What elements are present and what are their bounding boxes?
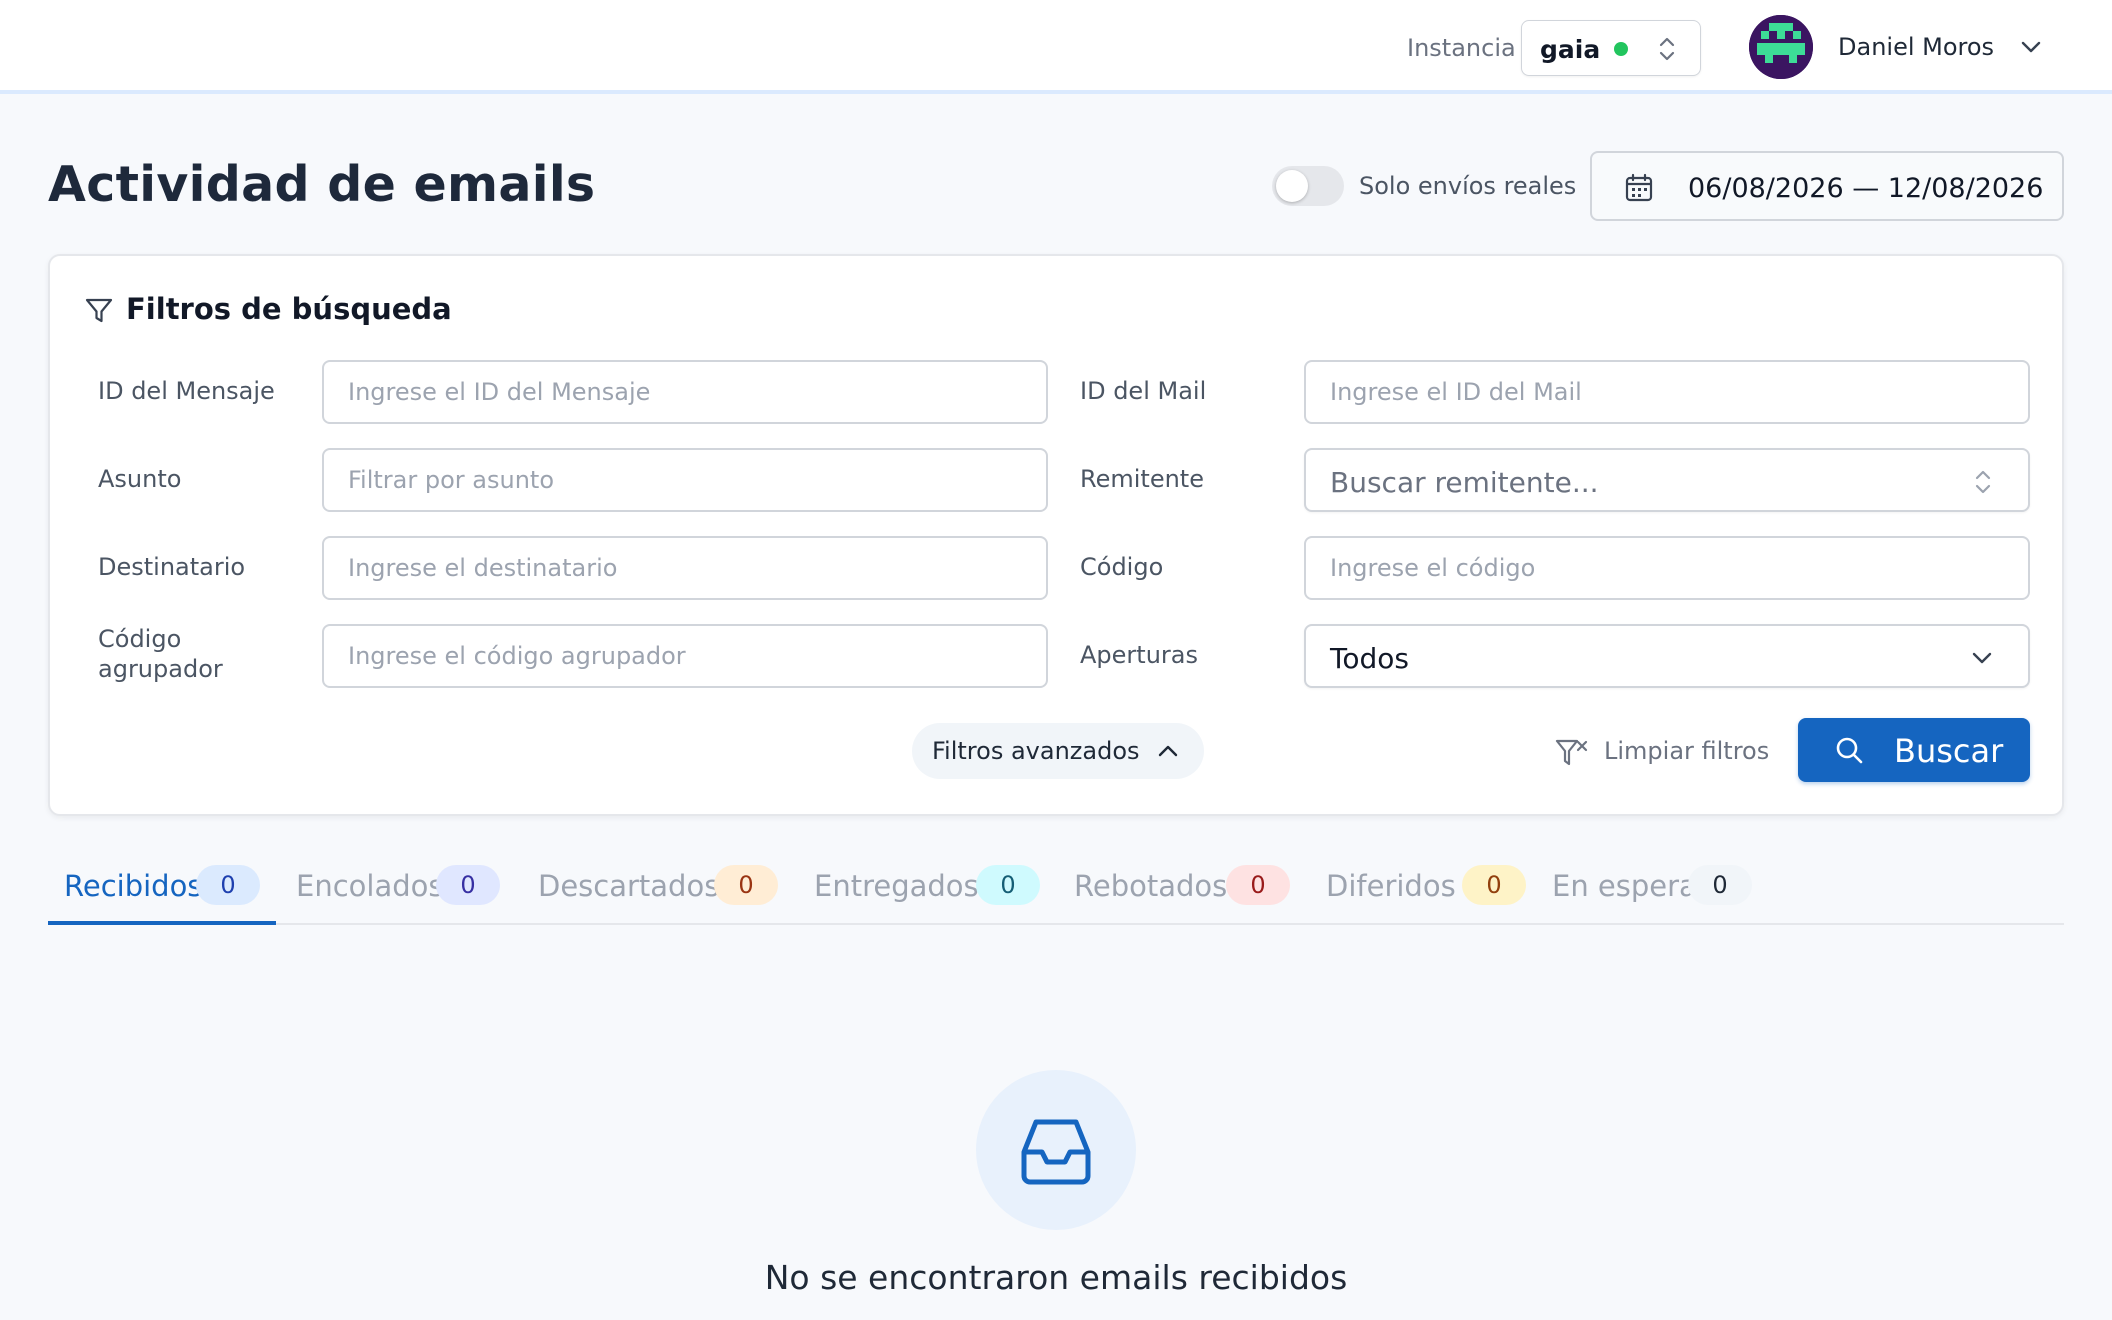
sender-placeholder: Buscar remitente... [1330, 466, 1599, 499]
search-button[interactable]: Buscar [1798, 718, 2030, 782]
advanced-filters-button[interactable]: Filtros avanzados [912, 723, 1204, 779]
mail-id-input[interactable] [1304, 360, 2030, 424]
group-code-label-line1: Código [98, 625, 182, 653]
chevron-up-down-icon [1656, 35, 1678, 67]
top-bar: Instancia gaia Daniel Moros [0, 0, 2112, 94]
page-title: Actividad de emails [48, 156, 596, 213]
instance-value: gaia [1540, 35, 1601, 64]
status-tabs: Recibidos 0 Encolados 0 Descartados 0 En… [48, 855, 2064, 925]
mail-id-label: ID del Mail [1080, 377, 1207, 405]
tab-count-badge: 0 [1462, 865, 1526, 905]
clear-filters-label: Limpiar filtros [1604, 737, 1770, 765]
date-range-picker[interactable]: 06/08/2026 — 12/08/2026 [1590, 151, 2064, 221]
tab-label: Rebotados [1074, 869, 1228, 903]
instance-status-dot [1614, 42, 1628, 56]
chevron-up-down-icon [1972, 468, 1994, 500]
recipient-input[interactable] [322, 536, 1048, 600]
avatar-pixel-icon [1749, 15, 1813, 79]
message-id-input[interactable] [322, 360, 1048, 424]
sender-select[interactable]: Buscar remitente... [1304, 448, 2030, 512]
active-tab-underline [48, 921, 276, 925]
tab-count-badge: 0 [436, 865, 500, 905]
real-sends-label: Solo envíos reales [1359, 172, 1577, 200]
chevron-down-icon [1970, 646, 1994, 674]
tab-rebotados[interactable]: Rebotados 0 [1074, 855, 1304, 925]
avatar[interactable] [1749, 15, 1813, 79]
group-code-label-line2: agrupador [98, 655, 223, 683]
filters-title: Filtros de búsqueda [126, 292, 452, 326]
search-button-label: Buscar [1894, 732, 2004, 770]
user-name[interactable]: Daniel Moros [1838, 33, 1994, 61]
filter-icon [84, 296, 114, 330]
empty-state-illustration [976, 1070, 1136, 1230]
tab-entregados[interactable]: Entregados 0 [814, 855, 1054, 925]
instance-select[interactable]: gaia [1521, 20, 1701, 76]
tab-count-badge: 0 [196, 865, 260, 905]
tab-label: En espera [1552, 869, 1697, 903]
calendar-icon [1624, 173, 1654, 207]
tab-label: Entregados [814, 869, 979, 903]
tab-label: Descartados [538, 869, 720, 903]
recipient-label: Destinatario [98, 553, 246, 581]
tab-diferidos[interactable]: Diferidos 0 [1326, 855, 1546, 925]
tab-count-badge: 0 [1226, 865, 1290, 905]
tab-label: Encolados [296, 869, 444, 903]
tab-descartados[interactable]: Descartados 0 [538, 855, 778, 925]
tab-recibidos[interactable]: Recibidos 0 [64, 855, 264, 925]
filter-clear-icon [1554, 736, 1588, 774]
tab-count-badge: 0 [714, 865, 778, 905]
tab-en-espera[interactable]: En espera 0 [1552, 855, 1782, 925]
toggle-knob [1276, 170, 1308, 202]
instance-label: Instancia [1407, 34, 1516, 62]
date-range-text: 06/08/2026 — 12/08/2026 [1688, 173, 2044, 204]
clear-filters-button[interactable]: Limpiar filtros [1554, 726, 1778, 776]
opens-select[interactable]: Todos [1304, 624, 2030, 688]
code-label: Código [1080, 553, 1164, 581]
tab-label: Recibidos [64, 869, 203, 903]
tab-label: Diferidos [1326, 869, 1456, 903]
chevron-up-icon [1156, 739, 1180, 767]
tab-count-badge: 0 [1688, 865, 1752, 905]
opens-label: Aperturas [1080, 641, 1198, 669]
inbox-icon [1021, 1119, 1091, 1185]
code-input[interactable] [1304, 536, 2030, 600]
chevron-down-icon[interactable] [2018, 34, 2044, 64]
real-sends-toggle[interactable] [1272, 166, 1344, 206]
subject-input[interactable] [322, 448, 1048, 512]
empty-state-title: No se encontraron emails recibidos [764, 1258, 1348, 1297]
search-icon [1834, 735, 1864, 769]
tab-encolados[interactable]: Encolados 0 [296, 855, 500, 925]
opens-value: Todos [1330, 642, 1409, 675]
message-id-label: ID del Mensaje [98, 377, 275, 405]
group-code-input[interactable] [322, 624, 1048, 688]
tab-count-badge: 0 [976, 865, 1040, 905]
search-filters-panel: Filtros de búsqueda ID del Mensaje ID de… [48, 254, 2064, 816]
subject-label: Asunto [98, 465, 182, 493]
sender-label: Remitente [1080, 465, 1204, 493]
advanced-filters-label: Filtros avanzados [932, 737, 1140, 765]
